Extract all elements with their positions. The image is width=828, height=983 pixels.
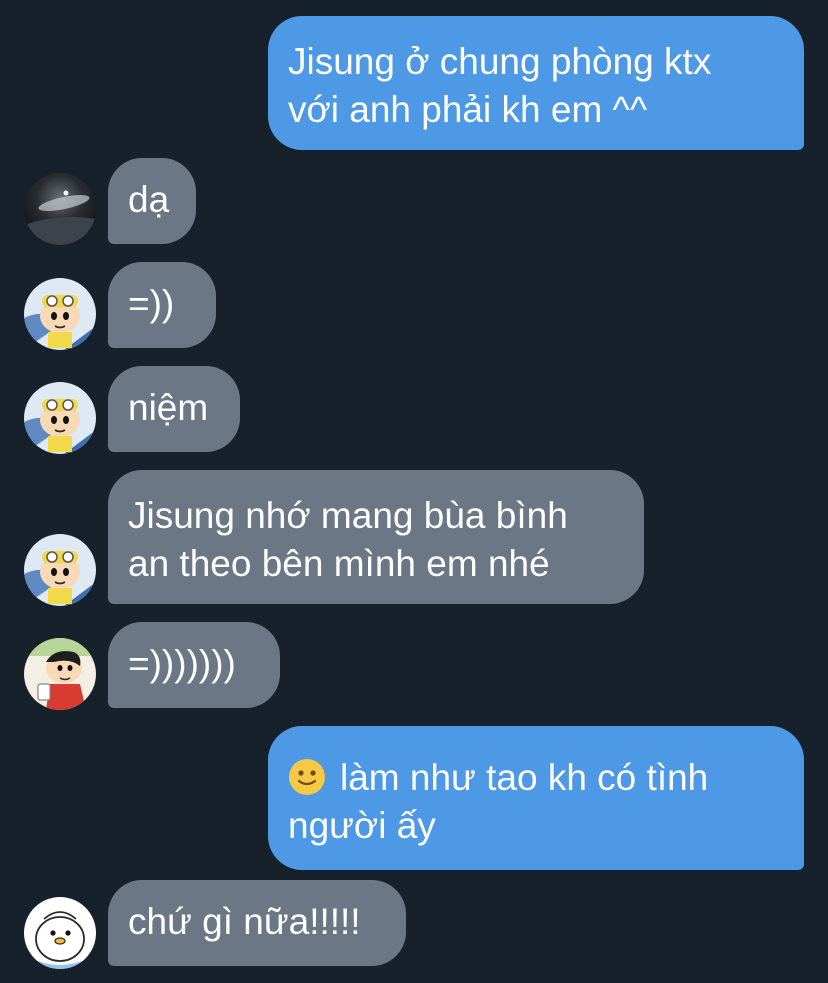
cartoon-penguin-avatar[interactable] [24, 897, 96, 969]
cartoon-boy-goggles-avatar[interactable] [24, 534, 96, 606]
space-photo-avatar[interactable] [24, 173, 96, 245]
incoming-message[interactable]: Jisung nhớ mang bùa bình an theo bên mìn… [108, 470, 644, 604]
cartoon-boy-goggles-avatar[interactable] [24, 382, 96, 454]
message-text: =))))))) [128, 643, 236, 684]
message-text-line: an theo bên mình em nhé [128, 543, 550, 584]
message-text: dạ [128, 179, 170, 220]
message-text: chứ gì nữa!!!!! [128, 901, 361, 942]
outgoing-message[interactable]: Jisung ở chung phòng ktx với anh phải kh… [268, 16, 804, 150]
cartoon-boy-red-shirt-avatar[interactable] [24, 638, 96, 710]
incoming-message[interactable]: niệm [108, 366, 240, 452]
slightly-smiling-face-icon [289, 759, 325, 795]
incoming-message[interactable]: =))))))) [108, 622, 280, 708]
message-text-line: làm như tao kh có tình [288, 754, 784, 802]
message-text-line: Jisung nhớ mang bùa bình [128, 495, 568, 536]
message-text: làm như tao kh có tình [340, 757, 709, 798]
message-text: =)) [128, 283, 175, 324]
message-text-line: người ấy [288, 805, 436, 846]
message-text: niệm [128, 387, 209, 428]
message-text-line: với anh phải kh em ^^ [288, 89, 648, 130]
cartoon-boy-goggles-avatar[interactable] [24, 278, 96, 350]
incoming-message[interactable]: chứ gì nữa!!!!! [108, 880, 406, 966]
outgoing-message[interactable]: làm như tao kh có tình người ấy [268, 726, 804, 870]
incoming-message[interactable]: =)) [108, 262, 216, 348]
incoming-message[interactable]: dạ [108, 158, 196, 244]
message-text-line: Jisung ở chung phòng ktx [288, 41, 712, 82]
